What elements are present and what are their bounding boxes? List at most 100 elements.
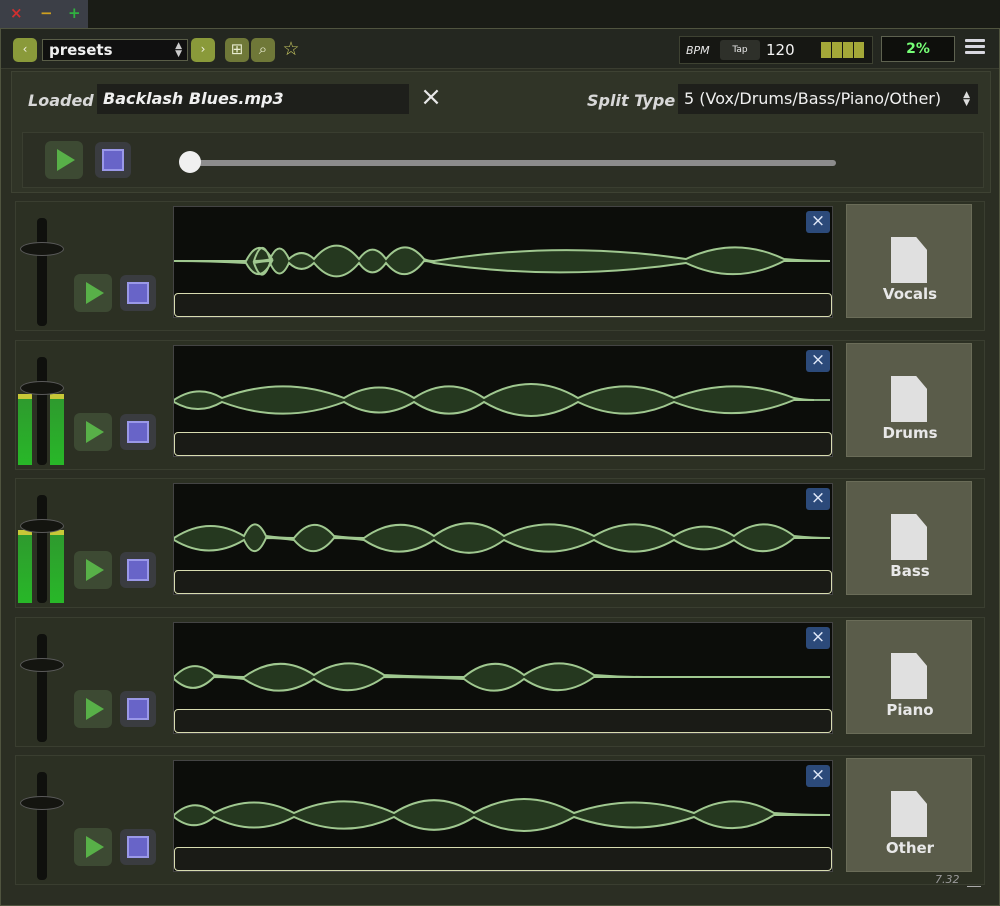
volume-fader-knob[interactable] bbox=[20, 519, 64, 533]
beat-indicator bbox=[821, 42, 865, 62]
volume-fader-track[interactable] bbox=[37, 218, 47, 326]
stem-stop-button[interactable] bbox=[120, 275, 156, 311]
add-preset-icon[interactable]: ⊞ bbox=[225, 38, 249, 62]
resize-handle[interactable] bbox=[967, 877, 981, 887]
beat-light bbox=[832, 42, 842, 58]
clear-file-icon[interactable]: × bbox=[419, 84, 443, 110]
stem-mute-icon[interactable]: × bbox=[806, 765, 830, 787]
tap-tempo-button[interactable]: Tap bbox=[720, 40, 760, 60]
top-toolbar: ‹ presets ▲ ▼ › ⊞ ⌕ ☆ BPM Tap 120 2% bbox=[1, 29, 999, 69]
next-preset-button[interactable]: › bbox=[191, 38, 215, 62]
loaded-panel: Loaded Backlash Blues.mp3 × Split Type 5… bbox=[11, 71, 991, 193]
star-icon[interactable]: ☆ bbox=[279, 37, 303, 61]
bpm-panel: BPM Tap 120 bbox=[679, 36, 873, 64]
preset-select[interactable]: presets ▲ ▼ bbox=[42, 39, 188, 61]
stem-row-other: × Other bbox=[15, 755, 985, 885]
master-play-button[interactable] bbox=[45, 141, 83, 179]
stem-waveform[interactable]: × bbox=[173, 345, 833, 457]
volume-fader-knob[interactable] bbox=[20, 242, 64, 256]
window-titlebar: × − + bbox=[0, 0, 88, 28]
stop-icon bbox=[127, 836, 149, 858]
stem-play-button[interactable] bbox=[74, 690, 112, 728]
hamburger-menu-icon[interactable] bbox=[965, 39, 985, 59]
stem-stop-button[interactable] bbox=[120, 829, 156, 865]
waveform-envelope bbox=[174, 798, 831, 832]
level-meter bbox=[18, 530, 32, 603]
volume-fader-knob[interactable] bbox=[20, 381, 64, 395]
preset-select-value: presets bbox=[49, 41, 113, 59]
overview-waveform[interactable] bbox=[174, 847, 832, 871]
position-slider-thumb[interactable] bbox=[179, 151, 201, 173]
stem-export-tile[interactable]: Bass bbox=[846, 481, 972, 595]
stem-mute-icon[interactable]: × bbox=[806, 350, 830, 372]
stem-mute-icon[interactable]: × bbox=[806, 488, 830, 510]
stem-row-drums: × Drums bbox=[15, 340, 985, 470]
search-icon[interactable]: ⌕ bbox=[251, 38, 275, 62]
stop-icon bbox=[102, 149, 124, 171]
volume-fader-track[interactable] bbox=[37, 634, 47, 742]
stem-play-button[interactable] bbox=[74, 274, 112, 312]
beat-light bbox=[843, 42, 853, 58]
stem-waveform[interactable]: × bbox=[173, 760, 833, 872]
stem-name-label: Other bbox=[885, 839, 935, 857]
file-icon bbox=[891, 376, 927, 422]
split-type-select[interactable]: 5 (Vox/Drums/Bass/Piano/Other) ▲ ▼ bbox=[678, 84, 978, 114]
level-meter bbox=[50, 394, 64, 465]
cpu-percent: 2% bbox=[881, 36, 955, 62]
beat-light bbox=[821, 42, 831, 58]
overview-waveform[interactable] bbox=[174, 432, 832, 456]
loaded-filename[interactable]: Backlash Blues.mp3 bbox=[97, 84, 409, 114]
stem-stop-button[interactable] bbox=[120, 414, 156, 450]
play-icon bbox=[86, 421, 104, 443]
stem-export-tile[interactable]: Drums bbox=[846, 343, 972, 457]
stem-export-tile[interactable]: Other bbox=[846, 758, 972, 872]
volume-fader-knob[interactable] bbox=[20, 796, 64, 810]
overview-waveform[interactable] bbox=[174, 709, 832, 733]
file-icon bbox=[891, 791, 927, 837]
stem-export-tile[interactable]: Vocals bbox=[846, 204, 972, 318]
stem-stop-button[interactable] bbox=[120, 691, 156, 727]
stem-play-button[interactable] bbox=[74, 413, 112, 451]
play-icon bbox=[86, 282, 104, 304]
master-transport bbox=[22, 132, 984, 188]
stem-waveform[interactable]: × bbox=[173, 622, 833, 734]
beat-light bbox=[854, 42, 864, 58]
play-icon bbox=[57, 149, 75, 171]
prev-preset-button[interactable]: ‹ bbox=[13, 38, 37, 62]
stem-waveform[interactable]: × bbox=[173, 206, 833, 318]
app-window: ‹ presets ▲ ▼ › ⊞ ⌕ ☆ BPM Tap 120 2% Load… bbox=[0, 28, 1000, 906]
overview-waveform[interactable] bbox=[174, 293, 832, 317]
minimize-window-button[interactable]: − bbox=[40, 4, 53, 22]
split-type-value: 5 (Vox/Drums/Bass/Piano/Other) bbox=[684, 89, 942, 108]
stem-play-button[interactable] bbox=[74, 551, 112, 589]
overview-waveform[interactable] bbox=[174, 570, 832, 594]
volume-fader-track[interactable] bbox=[37, 772, 47, 880]
stem-mute-icon[interactable]: × bbox=[806, 627, 830, 649]
loaded-label: Loaded bbox=[28, 91, 94, 110]
waveform-graphic bbox=[174, 798, 831, 832]
volume-fader-knob[interactable] bbox=[20, 658, 64, 672]
master-stop-button[interactable] bbox=[95, 142, 131, 178]
position-slider[interactable] bbox=[191, 160, 836, 166]
volume-fader-track[interactable] bbox=[37, 357, 47, 465]
stem-waveform[interactable]: × bbox=[173, 483, 833, 595]
stop-icon bbox=[127, 421, 149, 443]
stem-row-piano: × Piano bbox=[15, 617, 985, 747]
stem-row-vocals: × Vocals bbox=[15, 201, 985, 331]
version-label: 7.32 bbox=[935, 873, 960, 886]
stop-icon bbox=[127, 282, 149, 304]
stem-name-label: Vocals bbox=[882, 285, 938, 303]
close-window-button[interactable]: × bbox=[10, 4, 23, 22]
stem-export-tile[interactable]: Piano bbox=[846, 620, 972, 734]
waveform-graphic bbox=[174, 662, 830, 692]
level-meter bbox=[18, 394, 32, 465]
stem-play-button[interactable] bbox=[74, 828, 112, 866]
waveform-envelope bbox=[174, 522, 831, 554]
stem-mute-icon[interactable]: × bbox=[806, 211, 830, 233]
maximize-window-button[interactable]: + bbox=[68, 4, 81, 22]
volume-fader-track[interactable] bbox=[37, 495, 47, 603]
stop-icon bbox=[127, 698, 149, 720]
stem-name-label: Bass bbox=[890, 562, 930, 580]
bpm-value[interactable]: 120 bbox=[766, 41, 795, 59]
stem-stop-button[interactable] bbox=[120, 552, 156, 588]
